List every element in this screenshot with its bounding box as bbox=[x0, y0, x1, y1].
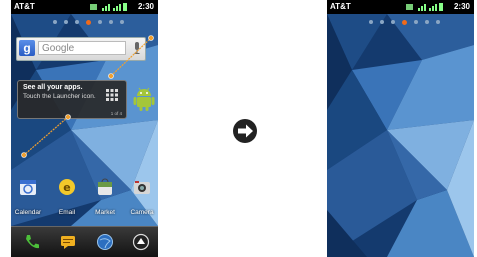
page-indicator bbox=[327, 19, 474, 26]
messaging-icon[interactable] bbox=[59, 233, 77, 251]
app-camera[interactable]: Camera bbox=[127, 178, 157, 216]
page-dot bbox=[380, 20, 384, 24]
app-label: Market bbox=[95, 209, 115, 216]
app-label: Email bbox=[58, 209, 76, 216]
market-icon[interactable] bbox=[96, 178, 114, 196]
app-calendar[interactable]: Calendar bbox=[13, 178, 43, 216]
page-dot bbox=[414, 20, 418, 24]
app-market[interactable]: Market bbox=[90, 178, 120, 216]
calendar-icon[interactable] bbox=[19, 178, 37, 196]
svg-text:e: e bbox=[63, 181, 70, 194]
email-icon[interactable]: e bbox=[58, 178, 76, 196]
page-dot bbox=[391, 20, 395, 24]
browser-icon[interactable] bbox=[96, 233, 114, 251]
wallpaper bbox=[327, 0, 474, 257]
page-dot bbox=[425, 20, 429, 24]
phone-screen-before: AT&T 2:30 g Google See all your apps. To… bbox=[11, 0, 158, 257]
cell-signal-icon bbox=[429, 4, 437, 11]
status-bar: AT&T 2:30 bbox=[327, 0, 474, 14]
arrow-right-icon bbox=[233, 119, 257, 143]
app-label: Calendar bbox=[14, 209, 42, 216]
clock: 2:30 bbox=[453, 2, 470, 11]
tutorial-figure: AT&T 2:30 g Google See all your apps. To… bbox=[0, 0, 477, 257]
sync-icon bbox=[406, 4, 413, 10]
dock bbox=[11, 226, 158, 257]
camera-icon[interactable] bbox=[133, 178, 151, 196]
carrier-label: AT&T bbox=[330, 2, 351, 11]
app-email[interactable]: e Email bbox=[52, 178, 82, 216]
phone-icon[interactable] bbox=[23, 233, 41, 251]
page-dot-active bbox=[402, 19, 407, 25]
callout-line-upper bbox=[108, 35, 154, 79]
page-dot bbox=[436, 20, 440, 24]
launcher-icon[interactable] bbox=[132, 233, 150, 251]
battery-icon bbox=[439, 3, 443, 11]
phone-screen-after: AT&T 2:30 bbox=[327, 0, 474, 257]
callout-lines bbox=[21, 35, 154, 158]
app-label: Camera bbox=[130, 209, 154, 216]
wifi-signal-icon bbox=[418, 4, 426, 11]
page-dot bbox=[369, 20, 373, 24]
status-icons bbox=[406, 3, 443, 11]
callout-line-lower bbox=[21, 114, 71, 158]
